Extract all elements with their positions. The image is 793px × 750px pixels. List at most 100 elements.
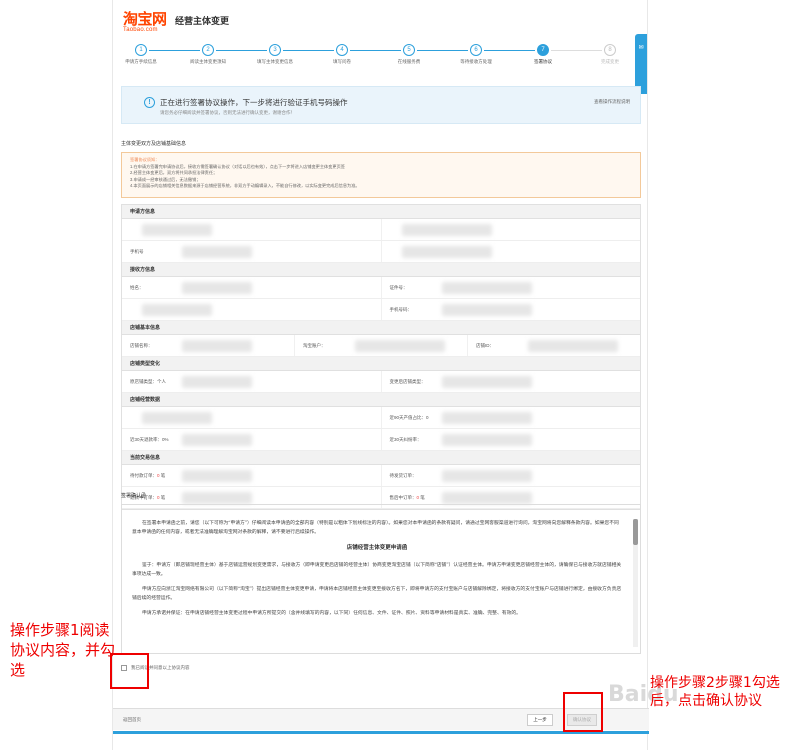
- process-link[interactable]: 查看操作流程说明: [594, 99, 630, 105]
- step-6: 6 等待接收方处理: [446, 44, 506, 65]
- info-table: 申请方信息 手机号 接收方信息 姓名： 证件号： 手机号码： 店铺基本信息 店铺名称： 淘宝账户…: [121, 204, 641, 510]
- step-label: 完成变更: [601, 59, 619, 64]
- redacted-value: [441, 412, 532, 424]
- info-icon: !: [144, 97, 155, 108]
- table-cell: 待发货订单：: [382, 465, 641, 486]
- step-number: 2: [202, 44, 214, 56]
- table-row: 原店铺类型：个人 变更后店铺类型：: [122, 371, 640, 393]
- step-label: 等待接收方处理: [460, 59, 492, 64]
- redacted-value: [401, 246, 492, 258]
- step-label: 申请方手续信息: [125, 59, 157, 64]
- table-cell: 待付款订单：0 笔: [122, 465, 382, 486]
- table-cell: 变更后店铺类型：: [382, 371, 641, 392]
- step-number: 4: [336, 44, 348, 56]
- logo-text: 淘宝网: [123, 10, 167, 28]
- step-number: 1: [135, 44, 147, 56]
- table-cell: 店铺ID：: [468, 335, 640, 356]
- progress-stepper: 1 申请方手续信息 2 阅读主体变更须知 3 填写主体变更信息 4 填写问卷 5 在线服务费 6 等待…: [125, 44, 640, 74]
- step-label: 签署协议: [534, 59, 552, 64]
- table-cell: 手机号: [122, 241, 382, 262]
- step-number: 5: [403, 44, 415, 56]
- step-1: 1 申请方手续信息: [111, 44, 171, 65]
- step-label: 填写问卷: [333, 59, 351, 64]
- redacted-value: [401, 224, 492, 236]
- table-cell: [122, 407, 382, 428]
- table-row: 姓名： 证件号：: [122, 277, 640, 299]
- annotation-step2: 操作步骤2步骤1勾选后，点击确认协议: [650, 675, 780, 709]
- taobao-logo[interactable]: 淘宝网 Taobao.com: [123, 8, 167, 33]
- table-row: 手机号: [122, 241, 640, 263]
- table-group-header: 店铺类型变化: [122, 357, 640, 371]
- table-cell: 原店铺类型：个人: [122, 371, 382, 392]
- table-group-header: 当前交易信息: [122, 451, 640, 465]
- table-cell: 姓名：: [122, 277, 382, 298]
- redacted-value: [441, 376, 532, 388]
- table-row: 店铺名称： 淘宝账户： 店铺ID：: [122, 335, 640, 357]
- redacted-value: [441, 470, 532, 482]
- agreement-paragraph: 鉴于：申请方（即店铺现经营主体）基于店铺运营规划变更需求，与接收方（即申请变更后…: [132, 563, 622, 577]
- table-row: 手机号码：: [122, 299, 640, 321]
- redacted-value: [182, 246, 252, 258]
- redacted-value: [142, 412, 212, 424]
- step-label: 在线服务费: [397, 59, 421, 64]
- table-group-header: 店铺经营数据: [122, 393, 640, 407]
- table-row: [122, 219, 640, 241]
- agreement-heading: 店铺经营主体变更申请函: [346, 545, 408, 551]
- redacted-value: [182, 340, 252, 352]
- step-number: 3: [269, 44, 281, 56]
- redacted-value: [182, 282, 252, 294]
- redacted-value: [182, 492, 252, 504]
- agreement-intro: 在签署本申请函之前，请您（以下可称为“申请方”）仔细阅读本申请函的全部内容（特别…: [132, 521, 619, 535]
- agreement-text-box[interactable]: 在签署本申请函之前，请您（以下可称为“申请方”）仔细阅读本申请函的全部内容（特别…: [121, 504, 641, 654]
- section-title: 主体变更双方及店铺基础信息: [121, 141, 187, 147]
- step-2: 2 阅读主体变更须知: [178, 44, 238, 65]
- table-row: 近30天退款率：0% 近30天纠纷率：: [122, 429, 640, 451]
- table-cell: 店铺名称：: [122, 335, 295, 356]
- notice-box: 签署协议须知： 1.在申请方签署完申请协议后，接收方需签署确认协议（对话以后也有…: [121, 152, 641, 198]
- redacted-value: [142, 224, 212, 236]
- redacted-value: [441, 282, 532, 294]
- agreement-scrollbar[interactable]: [633, 519, 638, 647]
- table-cell: 近90天产值占比：0: [382, 407, 641, 428]
- annotation-step1: 操作步骤1阅读协议内容，并勾选: [10, 621, 116, 679]
- info-banner: ! 正在进行签署协议操作，下一步将进行验证手机号码操作 请您务必仔细阅读并签署协…: [121, 86, 641, 124]
- table-cell: 近30天纠纷率：: [382, 429, 641, 450]
- redacted-value: [528, 340, 618, 352]
- redacted-value: [182, 434, 252, 446]
- agreement-paragraph: 申请方应向浙江淘宝网络有限公司（以下简称“淘宝”）提出店铺经营主体变更申请，申请…: [132, 587, 622, 601]
- page-title: 经营主体变更: [175, 16, 230, 26]
- step-label: 阅读主体变更须知: [190, 59, 226, 64]
- table-cell: 证件号：: [382, 277, 641, 298]
- redacted-value: [355, 340, 445, 352]
- table-group-header: 接收方信息: [122, 263, 640, 277]
- redacted-value: [182, 470, 252, 482]
- notice-line: 4.本页面展示的店铺相关信息数据来源于店铺经营系统，非双方手动编辑录入，不能自行…: [130, 183, 360, 188]
- agreement-paragraph: 申请方承诺并保证：在申请店铺经营主体变更过程中申请方所提交的（含并线填写的内容，…: [142, 611, 521, 616]
- step-label: 填写主体变更信息: [257, 59, 293, 64]
- redacted-value: [441, 304, 532, 316]
- table-row: 近90天产值占比：0: [122, 407, 640, 429]
- step-4: 4 填写问卷: [312, 44, 372, 65]
- table-cell: 淘宝账户：: [295, 335, 468, 356]
- redacted-value: [182, 376, 252, 388]
- table-cell: [122, 219, 382, 240]
- table-cell: 近30天退款率：0%: [122, 429, 382, 450]
- table-group-header: 店铺基本信息: [122, 321, 640, 335]
- step-3: 3 填写主体变更信息: [245, 44, 305, 65]
- step-number: 7: [537, 44, 549, 56]
- agreement-title: 签署确认函: [121, 493, 147, 499]
- step-number: 6: [470, 44, 482, 56]
- info-main-text: 正在进行签署协议操作，下一步将进行验证手机号码操作: [160, 98, 348, 107]
- screenshot-page: 淘宝网 Taobao.com 经营主体变更 ✉ 1 申请方手续信息 2 阅读主体变更须…: [112, 0, 649, 750]
- step-7: 7 签署协议: [513, 44, 573, 65]
- redacted-value: [441, 492, 532, 504]
- table-cell: [382, 241, 641, 262]
- redacted-value: [142, 304, 212, 316]
- table-cell: [382, 219, 641, 240]
- prev-step-button[interactable]: 上一步: [527, 714, 553, 726]
- scrollbar-thumb[interactable]: [633, 519, 638, 545]
- table-cell: 手机号码：: [382, 299, 641, 320]
- highlight-box-step2: [563, 692, 603, 732]
- back-home-link[interactable]: 返回首页: [123, 717, 141, 723]
- step-8: 8 完成变更: [580, 44, 640, 65]
